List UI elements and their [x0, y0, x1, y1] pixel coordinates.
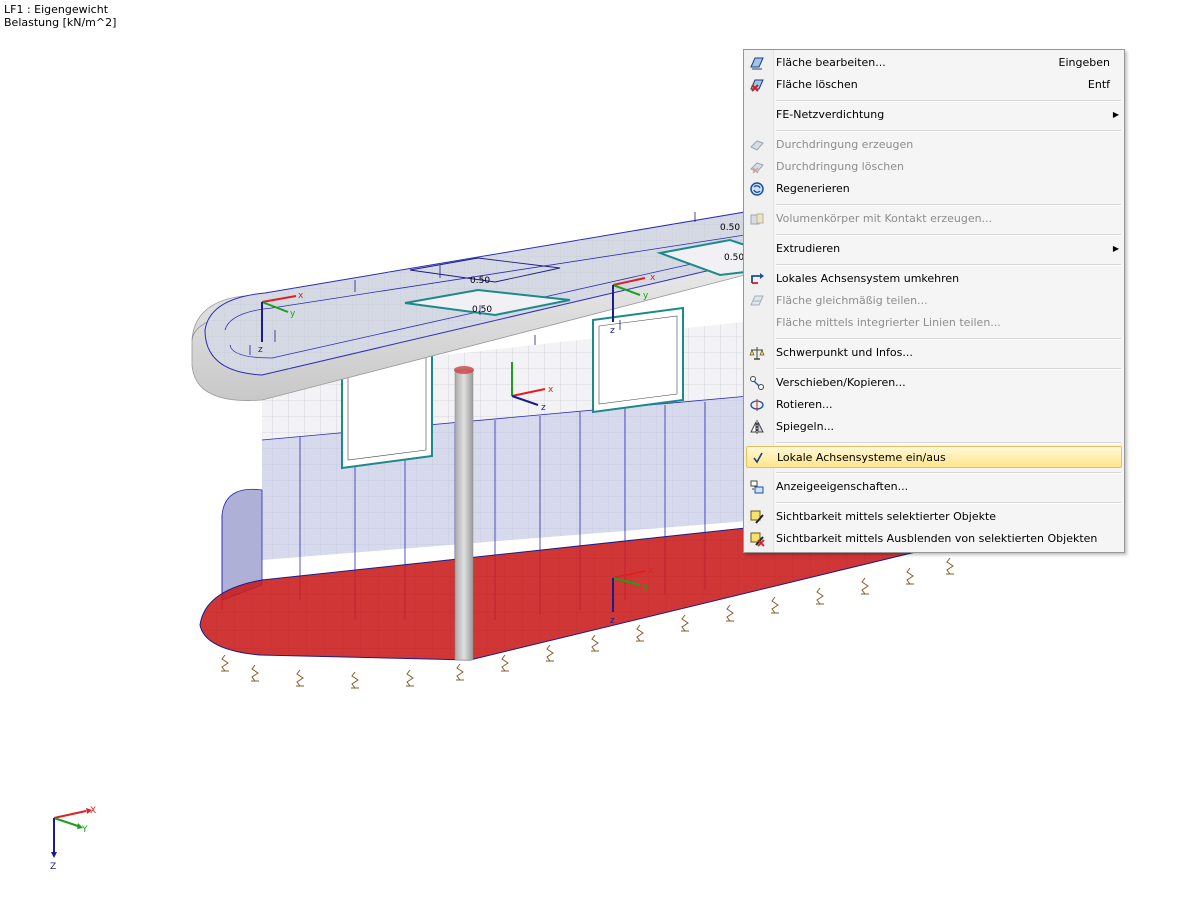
opening-label: 0.50	[470, 276, 490, 286]
submenu-arrow-icon: ▶	[1112, 110, 1119, 119]
mirror-icon	[750, 420, 764, 434]
menu-item-centroid-info[interactable]: Schwerpunkt und Infos...	[746, 342, 1122, 364]
menu-item-create-contact-solid[interactable]: Volumenkörper mit Kontakt erzeugen...	[746, 208, 1122, 230]
menu-item-move-copy[interactable]: Verschieben/Kopieren...	[746, 372, 1122, 394]
delete-surface-icon	[750, 79, 764, 92]
svg-text:z: z	[541, 403, 546, 413]
menu-item-divide-surface-lines[interactable]: Fläche mittels integrierter Linien teile…	[746, 312, 1122, 334]
menu-item-rotate[interactable]: Rotieren...	[746, 394, 1122, 416]
opening-label: 0.50	[724, 253, 744, 263]
menu-item-delete-intersection[interactable]: Durchdringung löschen	[746, 156, 1122, 178]
axis-y-label: Y	[81, 825, 88, 835]
move-copy-icon	[750, 376, 764, 390]
centroid-icon	[749, 347, 765, 360]
divide-surface-icon	[750, 295, 764, 306]
axis-z-label: Z	[50, 862, 56, 872]
menu-item-mirror[interactable]: Spiegeln...	[746, 416, 1122, 438]
svg-text:x: x	[298, 291, 304, 301]
opening-label: 0.50	[472, 305, 492, 315]
rotate-icon	[750, 399, 764, 411]
menu-item-create-intersection[interactable]: Durchdringung erzeugen	[746, 134, 1122, 156]
svg-text:x: x	[548, 385, 554, 395]
delete-intersection-icon	[750, 162, 764, 174]
menu-item-toggle-local-axes[interactable]: Lokale Achsensysteme ein/aus	[746, 446, 1122, 468]
axis-x-label: X	[90, 806, 96, 816]
visibility-selected-icon	[750, 510, 764, 524]
menu-item-fe-mesh-refinement[interactable]: FE-Netzverdichtung ▶	[746, 104, 1122, 126]
contact-solid-icon	[750, 213, 764, 225]
svg-text:z: z	[610, 616, 615, 626]
global-axis-indicator: X Y Z	[50, 806, 96, 872]
svg-text:z: z	[258, 345, 263, 355]
menu-item-extrude[interactable]: Extrudieren ▶	[746, 238, 1122, 260]
svg-text:x: x	[650, 273, 656, 283]
svg-text:y: y	[643, 582, 649, 592]
menu-item-visibility-hide[interactable]: Sichtbarkeit mittels Ausblenden von sele…	[746, 528, 1122, 550]
column[interactable]	[454, 369, 474, 661]
display-properties-icon	[750, 480, 764, 494]
menu-item-visibility-selected[interactable]: Sichtbarkeit mittels selektierter Objekt…	[746, 506, 1122, 528]
menu-item-regenerate[interactable]: Regenerieren	[746, 178, 1122, 200]
menu-item-edit-surface[interactable]: Fläche bearbeiten... Eingeben	[746, 52, 1122, 74]
context-menu: Fläche bearbeiten... Eingeben Fläche lös…	[743, 49, 1125, 553]
menu-item-delete-surface[interactable]: Fläche löschen Entf	[746, 74, 1122, 96]
reverse-axes-icon	[751, 273, 764, 284]
svg-text:y: y	[290, 309, 296, 319]
menu-item-reverse-local-axes[interactable]: Lokales Achsensystem umkehren	[746, 268, 1122, 290]
menu-item-divide-surface[interactable]: Fläche gleichmäßig teilen...	[746, 290, 1122, 312]
menu-item-display-properties[interactable]: Anzeigeeigenschaften...	[746, 476, 1122, 498]
svg-text:z: z	[610, 326, 615, 336]
svg-text:y: y	[643, 291, 649, 301]
svg-text:x: x	[648, 566, 654, 576]
visibility-hide-icon	[750, 532, 765, 547]
edit-surface-icon	[750, 57, 764, 70]
create-intersection-icon	[750, 140, 764, 151]
opening-label: 0.50	[720, 223, 740, 233]
window-opening[interactable]	[592, 306, 684, 414]
submenu-arrow-icon: ▶	[1112, 244, 1119, 253]
regenerate-icon	[750, 182, 764, 196]
checkmark-icon	[753, 452, 763, 464]
